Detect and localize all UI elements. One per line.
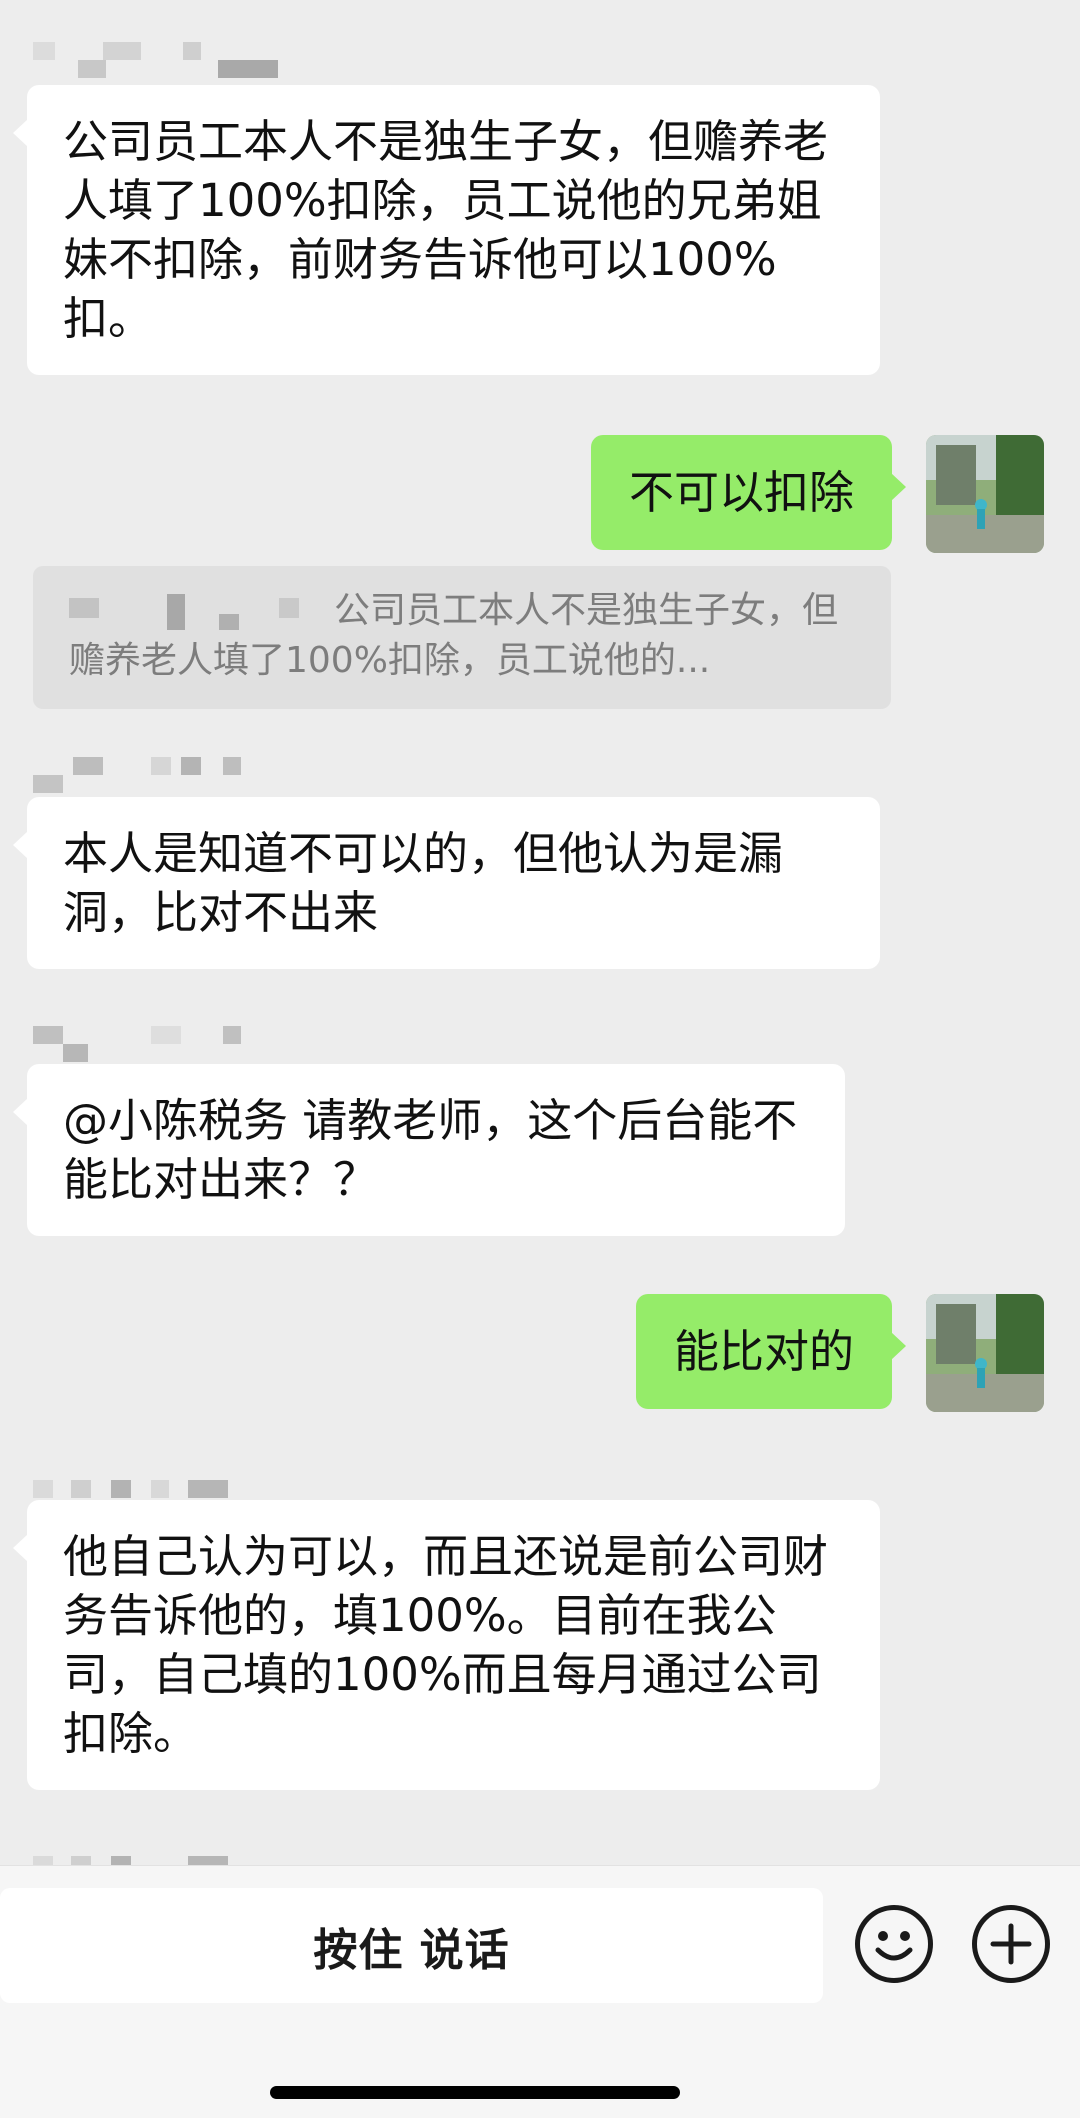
home-indicator[interactable] bbox=[270, 2086, 680, 2099]
message-bubble-incoming[interactable]: @小陈税务 请教老师，这个后台能不能比对出来？？ bbox=[13, 1064, 845, 1236]
emoji-icon[interactable] bbox=[855, 1905, 933, 1983]
plus-icon[interactable] bbox=[972, 1905, 1050, 1983]
quoted-message[interactable]: 公司员工本人不是独生子女，但赡养老人填了100%扣除，员工说他的... bbox=[33, 566, 891, 709]
message-bubble-incoming[interactable]: 公司员工本人不是独生子女，但赡养老人填了100%扣除，员工说他的兄弟姐妹不扣除，… bbox=[13, 85, 880, 375]
message-bubble-incoming[interactable]: 他自己认为可以，而且还说是前公司财务告诉他的，填100%。目前在我公司，自己填的… bbox=[13, 1500, 880, 1790]
my-avatar[interactable] bbox=[926, 435, 1044, 553]
sender-name-blurred bbox=[33, 757, 248, 793]
sender-name-blurred bbox=[33, 1856, 248, 1865]
sender-name-blurred bbox=[33, 42, 278, 78]
message-text: 不可以扣除 bbox=[628, 466, 854, 519]
input-bar: 按住 说话 bbox=[0, 1865, 1080, 2118]
message-bubble-incoming[interactable]: 本人是知道不可以的，但他认为是漏洞，比对不出来 bbox=[13, 797, 880, 969]
sender-name-blurred bbox=[33, 1026, 248, 1062]
message-bubble-outgoing[interactable]: 不可以扣除 bbox=[590, 435, 907, 550]
message-text: 本人是知道不可以的，但他认为是漏洞，比对不出来 bbox=[63, 827, 784, 939]
my-avatar[interactable] bbox=[926, 1294, 1044, 1412]
message-bubble-outgoing[interactable]: 能比对的 bbox=[635, 1294, 907, 1409]
quoted-sender-blurred bbox=[69, 594, 334, 630]
hold-to-talk-button[interactable]: 按住 说话 bbox=[0, 1888, 823, 2003]
message-text: 他自己认为可以，而且还说是前公司财务告诉他的，填100%。目前在我公司，自己填的… bbox=[63, 1530, 829, 1760]
message-text: 公司员工本人不是独生子女，但赡养老人填了100%扣除，员工说他的兄弟姐妹不扣除，… bbox=[63, 115, 829, 345]
message-text: 能比对的 bbox=[673, 1325, 854, 1378]
chat-area[interactable]: 公司员工本人不是独生子女，但赡养老人填了100%扣除，员工说他的兄弟姐妹不扣除，… bbox=[0, 0, 1080, 1865]
message-text: @小陈税务 请教老师，这个后台能不能比对出来？？ bbox=[63, 1094, 798, 1206]
